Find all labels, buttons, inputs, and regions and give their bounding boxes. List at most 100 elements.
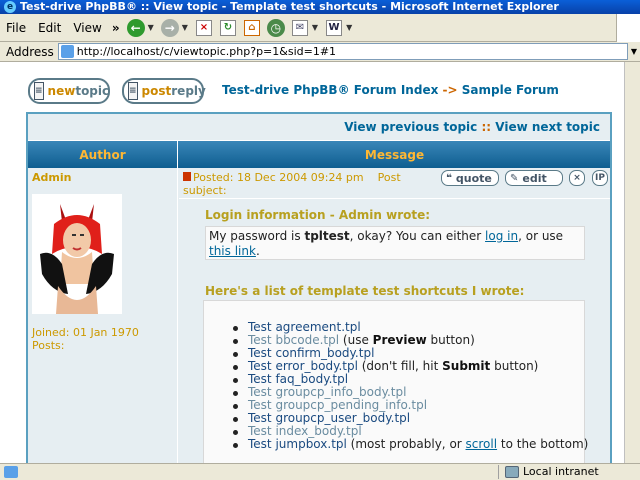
next-topic-link[interactable]: View next topic [495,120,600,134]
shortcut-note: (most probably, or [346,437,466,451]
post-reply-button[interactable]: ≡ post reply [122,78,206,104]
vertical-scrollbar[interactable] [624,62,640,463]
stop-icon: × [195,19,212,36]
author-joined: Joined: 01 Jan 1970 [32,326,139,339]
shortcut-link[interactable]: Test jumpbox.tpl [248,437,347,451]
home-button[interactable]: ⌂ [241,17,263,39]
address-url: http://localhost/c/viewtopic.php?p=1&sid… [76,45,337,58]
speech-bubble-icon: ❝ [446,172,452,184]
window-title: Test-drive PhpBB® :: View topic - Templa… [20,0,559,13]
history-icon: ◷ [266,18,285,37]
shortcut-link[interactable]: Test index_body.tpl [248,424,362,438]
page-viewport: ≡ new topic ≡ post reply Test-drive PhpBB®… [0,62,640,463]
edit-button-label: edit [522,171,547,185]
pencil-icon: ✎ [510,172,519,184]
list-item: Test jumpbox.tpl (most probably, or scro… [232,438,588,451]
ie-icon: e [4,1,16,13]
shortcuts-title: Here's a list of template test shortcuts… [205,284,525,298]
previous-topic-link[interactable]: View previous topic [344,120,477,134]
menu-overflow-chevron-icon[interactable]: » [108,21,124,35]
history-button[interactable]: ◷ [265,17,287,39]
shortcut-note: button) [426,333,475,347]
document-icon: ≡ [128,82,138,100]
edit-button[interactable]: ✎ edit [505,170,563,186]
message-cell: Posted: 18 Dec 2004 09:24 pm Post subjec… [179,168,610,463]
address-input[interactable]: http://localhost/c/viewtopic.php?p=1&sid… [57,43,628,60]
menu-edit[interactable]: Edit [32,21,67,35]
shortcut-note: (use [339,333,373,347]
menu-file[interactable]: File [0,21,32,35]
table-header-row: Author Message [28,140,610,169]
ip-button[interactable]: IP [592,170,608,186]
author-meta: Joined: 01 Jan 1970 Posts: [32,326,139,352]
forward-button[interactable]: → [159,17,181,39]
forum-page: ≡ new topic ≡ post reply Test-drive PhpBB®… [26,62,612,463]
author-cell: Admin Joined: 01 Jan 1970 Posts: [28,168,178,463]
topic-nav-separator: :: [481,120,492,134]
shortcut-link[interactable]: Test bbcode.tpl [248,333,339,347]
status-bar: Local intranet [0,463,640,480]
breadcrumb-forum-index-link[interactable]: Test-drive PhpBB® Forum Index [222,83,438,97]
shortcut-link[interactable]: Test agreement.tpl [248,320,361,334]
mail-dropdown-icon[interactable]: ▼ [312,23,318,32]
quote-password: tpltest [304,229,350,243]
new-topic-button[interactable]: ≡ new topic [28,78,110,104]
scroll-link[interactable]: scroll [466,437,498,451]
message-column-header: Message [364,148,425,162]
page-icon [60,45,74,58]
back-dropdown-icon[interactable]: ▼ [148,23,154,32]
shortcut-link[interactable]: Test faq_body.tpl [248,372,348,386]
quote-text: . [255,244,260,258]
edit-word-button[interactable]: W [323,17,345,39]
quote-button[interactable]: ❝ quote [441,170,499,186]
menu-view[interactable]: View [67,21,107,35]
topic-table: View previous topic :: View next topic A… [26,112,612,463]
menu-bar: File Edit View » ← ▼ → ▼ × ↻ ⌂ ◷ ✉ ▼ W ▼ [0,14,640,42]
breadcrumb-sample-forum-link[interactable]: Sample Forum [462,83,559,97]
windows-logo-icon [616,14,640,42]
mail-button[interactable]: ✉ [289,17,311,39]
post-header: Posted: 18 Dec 2004 09:24 pm Post subjec… [183,171,433,197]
action-bar: ≡ new topic ≡ post reply Test-drive PhpBB®… [26,78,612,106]
forward-arrow-icon: → [160,18,179,37]
shortcuts-box: Test agreement.tpl Test bbcode.tpl (use … [203,300,588,463]
zone-label: Local intranet [523,465,599,478]
shortcut-link[interactable]: Test confirm_body.tpl [248,346,374,360]
quote-button-label: quote [455,171,492,185]
back-button[interactable]: ← [125,17,147,39]
refresh-button[interactable]: ↻ [217,17,239,39]
refresh-icon: ↻ [219,19,236,36]
shortcut-note-bold: Preview [372,333,427,347]
delete-button[interactable]: × [569,170,585,186]
quote-text: , okay? You can either [349,229,486,243]
quote-title: Login information - Admin wrote: [205,208,431,222]
shortcuts-list: Test agreement.tpl Test bbcode.tpl (use … [232,321,588,451]
this-link[interactable]: this link [209,244,256,258]
shortcut-link[interactable]: Test groupcp_user_body.tpl [248,411,410,425]
shortcut-link[interactable]: Test groupcp_info_body.tpl [248,385,406,399]
delete-icon: × [573,173,581,183]
quote-text: , or use [518,229,564,243]
window-title-bar: e Test-drive PhpBB® :: View topic - Templ… [0,0,640,14]
avatar [32,194,122,314]
home-icon: ⌂ [243,19,260,36]
post-date: Posted: 18 Dec 2004 09:24 pm [193,171,364,184]
shortcut-link[interactable]: Test error_body.tpl [248,359,358,373]
mail-icon: ✉ [291,19,308,36]
address-dropdown-icon[interactable]: ▼ [628,43,640,60]
new-topic-label-a: new [47,84,76,98]
post-reply-label-a: post [141,84,172,98]
breadcrumb-separator: -> [442,83,458,97]
shortcut-link[interactable]: Test groupcp_pending_info.tpl [248,398,427,412]
shortcut-note: (don't fill, hit [357,359,443,373]
new-topic-label-b: topic [75,84,110,98]
edit-dropdown-icon[interactable]: ▼ [346,23,352,32]
login-link[interactable]: log in [485,229,518,243]
stop-button[interactable]: × [193,17,215,39]
forward-dropdown-icon[interactable]: ▼ [182,23,188,32]
page-status-icon [4,466,18,478]
back-arrow-icon: ← [126,18,145,37]
address-label: Address [6,44,54,59]
shortcut-note: button) [490,359,539,373]
security-zone: Local intranet [505,465,599,479]
